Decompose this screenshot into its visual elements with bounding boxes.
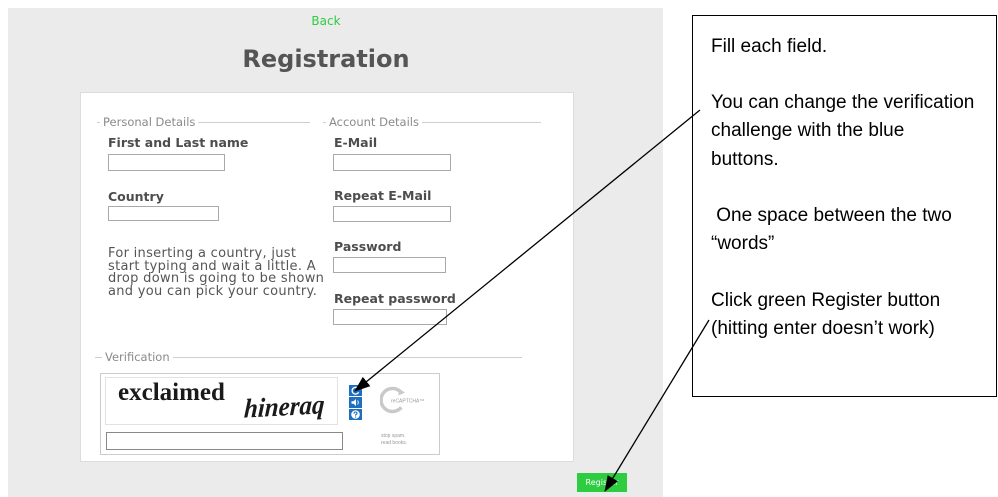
recaptcha-brand: reCAPTCHA™ [391, 399, 424, 405]
note-line: (hitting enter doesn’t work) [711, 318, 935, 339]
help-captcha-button[interactable] [349, 409, 362, 420]
help-icon [351, 410, 360, 419]
back-link[interactable]: Back [276, 14, 376, 29]
refresh-icon [351, 386, 361, 395]
note-line: “words” [711, 233, 775, 254]
repeat-email-label: Repeat E-Mail [334, 188, 432, 203]
captcha-controls [349, 385, 362, 421]
repeat-password-input[interactable] [333, 309, 447, 325]
name-label: First and Last name [108, 135, 249, 150]
country-input[interactable] [108, 206, 219, 221]
captcha-word-1: exclaimed [118, 379, 225, 406]
note-line: Click green Register button [711, 290, 941, 311]
refresh-captcha-button[interactable] [349, 385, 362, 396]
password-label: Password [334, 239, 402, 254]
register-button[interactable]: Register [577, 473, 627, 492]
repeat-email-input[interactable] [333, 206, 451, 222]
captcha-response-input[interactable] [106, 432, 343, 450]
captcha-image: exclaimed hineraq [105, 377, 338, 425]
slogan-line: stop spam. [381, 433, 406, 439]
password-input[interactable] [333, 257, 446, 273]
note-line: One space between the two [711, 205, 952, 226]
repeat-password-label: Repeat password [334, 291, 456, 306]
note-line: You can change the verification [711, 92, 975, 113]
name-input[interactable] [108, 154, 225, 171]
country-hint-line: and you can pick your country. [108, 284, 318, 300]
note-line: buttons. [711, 149, 779, 170]
country-hint: For inserting a country, just start typi… [108, 247, 324, 300]
page-title: Registration [242, 45, 410, 73]
audio-icon [351, 399, 359, 406]
email-input[interactable] [333, 154, 451, 171]
recaptcha-slogan: stop spam. read books. [381, 433, 407, 447]
country-label: Country [108, 189, 164, 204]
slogan-line: read books. [381, 440, 408, 446]
recaptcha-logo: reCAPTCHA™ [380, 386, 424, 414]
audio-captcha-button[interactable] [349, 397, 362, 408]
verification-legend: Verification [102, 350, 173, 364]
account-details-legend: Account Details [326, 115, 422, 129]
email-label: E-Mail [334, 135, 378, 150]
registration-form: Personal Details First and Last name Cou… [80, 92, 574, 462]
recaptcha-widget: exclaimed hineraq reCAPTCHA™ stop spam. … [100, 373, 440, 455]
instruction-callout: Fill each field. You can change the veri… [692, 15, 997, 397]
captcha-word-2: hineraq [243, 390, 326, 425]
note-line: challenge with the blue [711, 120, 905, 141]
note-line: Fill each field. [711, 36, 828, 57]
personal-details-legend: Personal Details [100, 115, 199, 129]
